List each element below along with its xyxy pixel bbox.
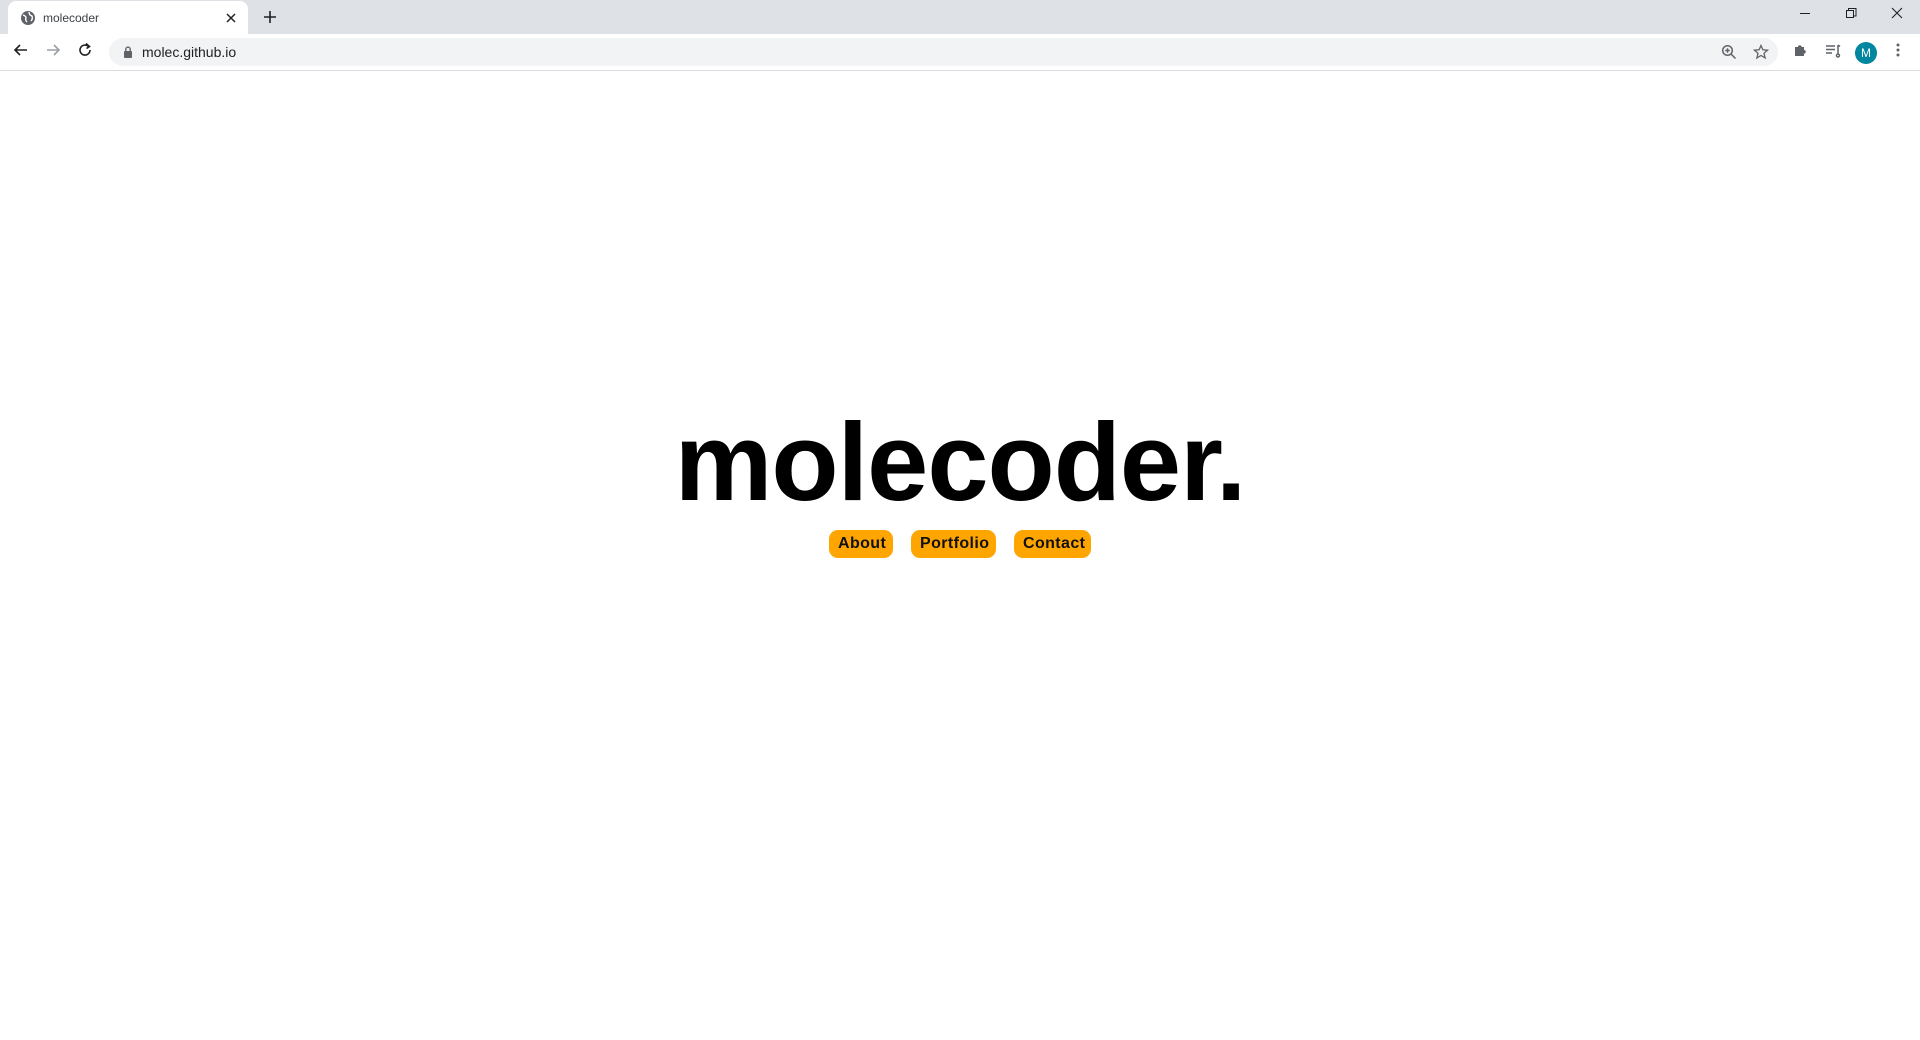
back-button[interactable] bbox=[7, 38, 35, 66]
close-window-button[interactable] bbox=[1874, 0, 1920, 30]
arrow-left-icon bbox=[13, 42, 29, 63]
kebab-menu-icon bbox=[1890, 42, 1906, 63]
forward-button[interactable] bbox=[39, 38, 67, 66]
minimize-icon bbox=[1799, 6, 1811, 24]
tab-title: molecoder bbox=[43, 11, 100, 25]
restore-button[interactable] bbox=[1828, 0, 1874, 30]
menu-button[interactable] bbox=[1884, 38, 1912, 66]
contact-button[interactable]: Contact bbox=[1014, 530, 1091, 558]
close-icon bbox=[1891, 6, 1903, 24]
nav-buttons: About Portfolio Contact bbox=[0, 530, 1920, 558]
reload-button[interactable] bbox=[71, 38, 99, 66]
puzzle-icon bbox=[1793, 42, 1809, 63]
zoom-in-icon[interactable] bbox=[1717, 40, 1741, 64]
arrow-right-icon bbox=[45, 42, 61, 63]
lock-icon[interactable] bbox=[121, 45, 135, 59]
close-icon[interactable] bbox=[223, 10, 239, 26]
tab-strip: molecoder bbox=[0, 0, 1920, 34]
page-title: molecoder. bbox=[674, 401, 1247, 524]
about-button[interactable]: About bbox=[829, 530, 893, 558]
reload-icon bbox=[77, 42, 93, 63]
globe-icon bbox=[20, 10, 36, 26]
reading-list-button[interactable] bbox=[1819, 38, 1847, 66]
new-tab-button[interactable] bbox=[258, 7, 282, 31]
star-icon[interactable] bbox=[1749, 40, 1773, 64]
reading-list-icon bbox=[1825, 42, 1841, 63]
restore-icon bbox=[1845, 6, 1857, 24]
portfolio-button[interactable]: Portfolio bbox=[911, 530, 996, 558]
url-text[interactable]: molec.github.io bbox=[142, 44, 236, 60]
address-bar[interactable]: molec.github.io bbox=[109, 38, 1778, 66]
extensions-button[interactable] bbox=[1787, 38, 1815, 66]
avatar[interactable]: M bbox=[1855, 42, 1877, 64]
browser-tab[interactable]: molecoder bbox=[8, 1, 248, 34]
page-viewport: molecoder. About Portfolio Contact bbox=[0, 71, 1920, 1040]
plus-icon bbox=[263, 10, 277, 29]
minimize-button[interactable] bbox=[1782, 0, 1828, 30]
browser-toolbar: molec.github.io M bbox=[0, 34, 1920, 71]
